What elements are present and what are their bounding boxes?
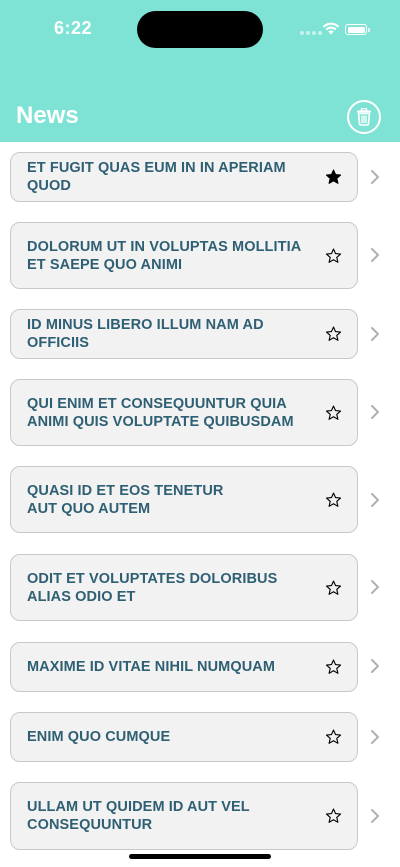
- home-indicator[interactable]: [129, 854, 271, 859]
- news-item[interactable]: ULLAM UT QUIDEM ID AUT VEL CONSEQUUNTUR: [10, 782, 358, 850]
- chevron-right-icon: [371, 405, 379, 419]
- news-item[interactable]: MAXIME ID VITAE NIHIL NUMQUAM: [10, 642, 358, 692]
- battery-icon: [345, 24, 370, 35]
- news-item-title: ULLAM UT QUIDEM ID AUT VEL CONSEQUUNTUR: [27, 799, 250, 833]
- cellular-signal-icon: [300, 31, 322, 35]
- news-item-title: MAXIME ID VITAE NIHIL NUMQUAM: [27, 659, 276, 675]
- news-item[interactable]: QUI ENIM ET CONSEQUUNTUR QUIA ANIMI QUIS…: [10, 379, 358, 446]
- nav-header: 6:22 News: [0, 0, 400, 142]
- news-item[interactable]: QUASI ID ET EOS TENETUR AUT QUO AUTEM: [10, 466, 358, 533]
- chevron-right-icon: [371, 580, 379, 594]
- star-outline-icon[interactable]: [325, 326, 342, 343]
- star-outline-icon[interactable]: [325, 491, 342, 508]
- chevron-right-icon: [371, 170, 379, 184]
- news-item-title: ID MINUS LIBERO ILLUM NAM AD OFFICIIS: [27, 317, 264, 351]
- chevron-right-icon: [371, 248, 379, 262]
- dynamic-island: [137, 11, 263, 48]
- chevron-right-icon: [371, 659, 379, 673]
- news-item[interactable]: ODIT ET VOLUPTATES DOLORIBUS ALIAS ODIO …: [10, 554, 358, 621]
- news-item-title: ENIM QUO CUMQUE: [27, 729, 171, 745]
- wifi-icon: [322, 22, 340, 35]
- news-item[interactable]: DOLORUM UT IN VOLUPTAS MOLLITIA ET SAEPE…: [10, 222, 358, 289]
- star-outline-icon[interactable]: [325, 808, 342, 825]
- star-outline-icon[interactable]: [325, 247, 342, 264]
- news-item-title: QUASI ID ET EOS TENETUR AUT QUO AUTEM: [27, 482, 224, 517]
- star-outline-icon[interactable]: [325, 404, 342, 421]
- star-outline-icon[interactable]: [325, 659, 342, 676]
- news-item[interactable]: ID MINUS LIBERO ILLUM NAM AD OFFICIIS: [10, 309, 358, 359]
- chevron-right-icon: [371, 327, 379, 341]
- delete-all-button[interactable]: [347, 100, 381, 134]
- news-item-title: QUI ENIM ET CONSEQUUNTUR QUIA ANIMI QUIS…: [27, 395, 294, 430]
- chevron-right-icon: [371, 730, 379, 744]
- news-item[interactable]: ENIM QUO CUMQUE: [10, 712, 358, 762]
- news-item-title: DOLORUM UT IN VOLUPTAS MOLLITIA ET SAEPE…: [27, 238, 301, 273]
- news-item-title: ET FUGIT QUAS EUM IN IN APERIAM QUOD: [27, 160, 286, 194]
- star-outline-icon[interactable]: [325, 729, 342, 746]
- news-item-title: ODIT ET VOLUPTATES DOLORIBUS ALIAS ODIO …: [27, 570, 278, 605]
- trash-icon: [357, 108, 371, 126]
- star-outline-icon[interactable]: [325, 579, 342, 596]
- chevron-right-icon: [371, 809, 379, 823]
- chevron-right-icon: [371, 493, 379, 507]
- page-title: News: [16, 102, 79, 129]
- star-filled-icon[interactable]: [325, 169, 342, 186]
- news-item[interactable]: ET FUGIT QUAS EUM IN IN APERIAM QUOD: [10, 152, 358, 202]
- status-time: 6:22: [54, 18, 93, 38]
